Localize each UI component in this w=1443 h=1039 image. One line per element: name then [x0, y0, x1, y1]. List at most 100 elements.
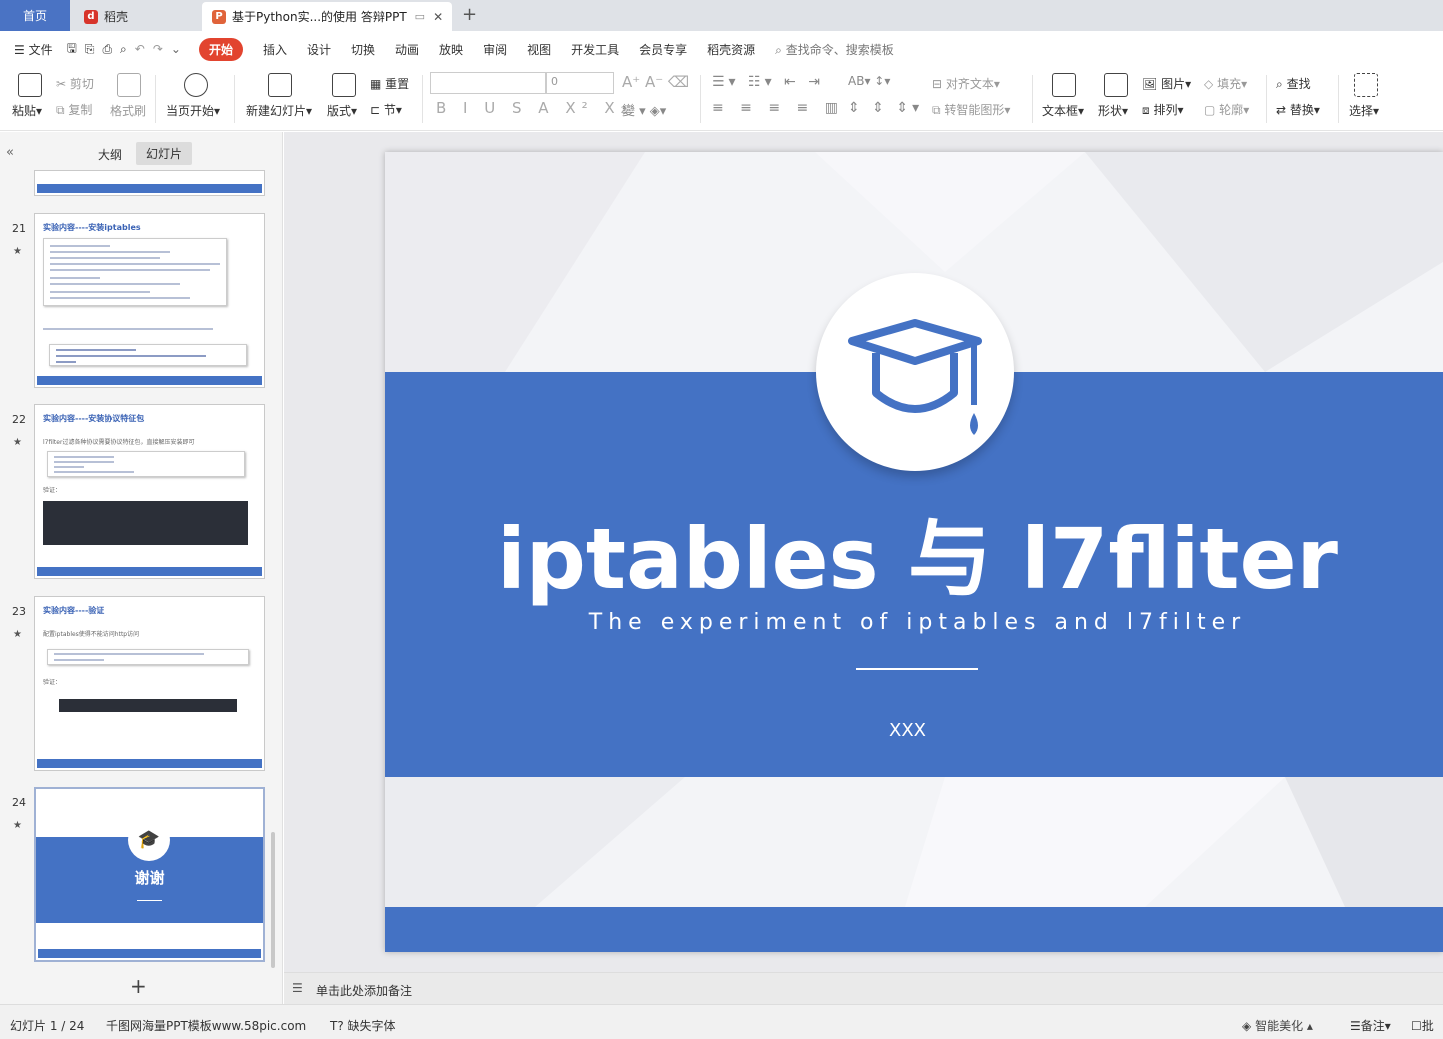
font-grow-shrink-icons[interactable]: A⁺ A⁻ ⌫ [622, 73, 689, 91]
notes-pane[interactable]: ☰ 单击此处添加备注 [284, 972, 1443, 1004]
preview-icon[interactable]: ⌕ [120, 42, 127, 57]
cut-button[interactable]: ✂ 剪切 [56, 75, 94, 92]
menu-file[interactable]: ☰ 文件 [14, 41, 53, 58]
find-button[interactable]: ⌕ 查找 [1276, 75, 1311, 92]
line-spacing-icons[interactable]: ⇕ ⇕ ⇕▾ [848, 100, 923, 116]
close-tab-icon[interactable]: ✕ [433, 10, 443, 24]
menu-view[interactable]: 视图 [527, 41, 551, 58]
tab-document[interactable]: P 基于Python实...的使用 答辩PPT ▭ ✕ [202, 2, 452, 31]
text-direction-icons[interactable]: AB▾ ↕▾ [848, 74, 890, 88]
menu-transition[interactable]: 切换 [351, 41, 375, 58]
redo-icon[interactable]: ↷ [153, 42, 163, 56]
thumbnail-code-block [49, 344, 247, 366]
font-size-select[interactable]: 0 [546, 72, 614, 94]
thumbnail-footer-bar [38, 949, 261, 958]
new-tab-icon[interactable]: + [462, 4, 477, 25]
command-search[interactable]: ⌕ 查找命令、搜索模板 [775, 41, 894, 58]
menu-design[interactable]: 设计 [307, 41, 331, 58]
slide-thumbnail-24[interactable]: 🎓 谢谢 [34, 787, 265, 962]
font-warning-icon: T? [330, 1019, 344, 1033]
slide-thumbnail-21[interactable]: 实验内容----安装iptables [34, 213, 265, 388]
paste-icon[interactable] [18, 73, 42, 97]
quick-access-more-icon[interactable]: ⌄ [171, 42, 181, 56]
picture-button[interactable]: 🖼 图片▾ [1142, 75, 1191, 92]
logo-circle [816, 273, 1014, 471]
menu-member[interactable]: 会员专享 [639, 41, 687, 58]
menu-insert[interactable]: 插入 [263, 41, 287, 58]
menu-start[interactable]: 开始 [198, 37, 243, 61]
layout-icon[interactable] [332, 73, 356, 97]
scissors-icon: ✂ [56, 77, 67, 91]
panel-scrollbar[interactable] [271, 832, 275, 968]
menu-slideshow[interactable]: 放映 [439, 41, 463, 58]
panel-view-tabs: « 大纲 幻灯片 [0, 132, 283, 172]
code-line [54, 466, 84, 468]
section-button[interactable]: ⊏ 节▾ [370, 101, 402, 118]
paste-button[interactable]: 粘贴▾ [12, 102, 42, 119]
thumbnail-text-line [43, 328, 213, 330]
font-family-select[interactable] [430, 72, 546, 94]
slide-thumbnail-22[interactable]: 实验内容----安装协议特征包 l7filter过滤各种协议需要协议特征包，直接… [34, 404, 265, 579]
undo-icon[interactable]: ↶ [135, 42, 145, 56]
list-indent-icons[interactable]: ☰▾ ☷▾ ⇤ ⇥ [712, 74, 824, 90]
slide-number: 22 [12, 413, 26, 426]
search-icon: ⌕ [775, 42, 782, 57]
export-icon[interactable]: ⎘ [85, 42, 95, 57]
missing-font-button[interactable]: T? 缺失字体 [330, 1017, 396, 1034]
slide-thumbnail-20[interactable] [34, 170, 265, 196]
slide-thumbnail-23[interactable]: 实验内容----验证 配置iptables使得不能访问http访问 验证： [34, 596, 265, 771]
screen-icon[interactable]: ▭ [415, 10, 425, 23]
reset-button[interactable]: ▦ 重置 [370, 75, 409, 92]
menu-developer[interactable]: 开发工具 [571, 41, 619, 58]
add-slide-icon[interactable]: + [130, 974, 147, 998]
tab-home[interactable]: 首页 [0, 0, 70, 31]
shape-icon[interactable] [1104, 73, 1128, 97]
notes-toggle-button[interactable]: ☰备注▾ [1350, 1017, 1391, 1034]
code-line [50, 277, 100, 279]
thumbnail-code-block [47, 649, 249, 665]
textbox-button[interactable]: 文本框▾ [1042, 102, 1084, 119]
beautify-button[interactable]: ◈ 智能美化 ▴ [1242, 1017, 1313, 1034]
outline-button[interactable]: ▢ 轮廓▾ [1204, 101, 1249, 118]
layout-button[interactable]: 版式▾ [327, 102, 357, 119]
save-icon[interactable]: 🖫 [67, 39, 77, 60]
slide-title[interactable]: iptables 与 l7fliter [385, 492, 1443, 613]
menu-daoke-resources[interactable]: 稻壳资源 [707, 41, 755, 58]
copy-button[interactable]: ⧉ 复制 [56, 101, 92, 118]
play-icon[interactable] [184, 73, 208, 97]
paragraph-align-icons[interactable]: ≡ ≡ ≡ ≡ ▥ [712, 100, 844, 116]
arrange-label: 排列 [1153, 103, 1178, 117]
new-slide-icon[interactable] [268, 73, 292, 97]
from-current-button[interactable]: 当页开始▾ [166, 102, 220, 119]
text-format-icons[interactable]: B I U S A X² X₂ [436, 99, 633, 117]
arrange-button[interactable]: ⧈ 排列▾ [1142, 101, 1184, 118]
animation-star-icon: ★ [13, 246, 22, 257]
new-slide-button[interactable]: 新建幻灯片▾ [246, 102, 312, 119]
phonetic-highlight-icons[interactable]: 變 ▾ ◈▾ [622, 100, 666, 119]
textbox-icon[interactable] [1052, 73, 1076, 97]
tab-daoke[interactable]: d 稻壳 [72, 2, 200, 31]
replace-button[interactable]: ⇄ 替换▾ [1276, 101, 1320, 118]
select-label: 选择 [1349, 104, 1374, 118]
format-painter-icon[interactable] [117, 73, 141, 97]
smart-shape-button[interactable]: ⧉ 转智能图形▾ [932, 101, 1010, 118]
slide-subtitle[interactable]: The experiment of iptables and l7filter [385, 610, 1443, 635]
tab-outline[interactable]: 大纲 [98, 146, 122, 163]
align-text-button[interactable]: ⊟ 对齐文本▾ [932, 75, 1000, 92]
fill-button[interactable]: ◇ 填充▾ [1204, 75, 1247, 92]
thumbnail-terminal-screenshot [59, 699, 237, 712]
tab-slides[interactable]: 幻灯片 [136, 142, 193, 165]
select-icon[interactable] [1354, 73, 1378, 97]
collapse-panel-icon[interactable]: « [6, 145, 14, 160]
slide-canvas[interactable]: iptables 与 l7fliter The experiment of ip… [385, 152, 1443, 952]
print-icon[interactable]: ⎙ [102, 42, 112, 57]
select-button[interactable]: 选择▾ [1349, 102, 1379, 119]
menu-animation[interactable]: 动画 [395, 41, 419, 58]
slide-author[interactable]: XXX [385, 720, 1430, 741]
menu-review[interactable]: 审阅 [483, 41, 507, 58]
shape-button[interactable]: 形状▾ [1098, 102, 1128, 119]
thumbnail-footer-bar [37, 759, 262, 768]
format-painter-button[interactable]: 格式刷 [110, 102, 146, 119]
animation-star-icon: ★ [13, 629, 22, 640]
comment-button[interactable]: ☐批 [1411, 1017, 1434, 1034]
